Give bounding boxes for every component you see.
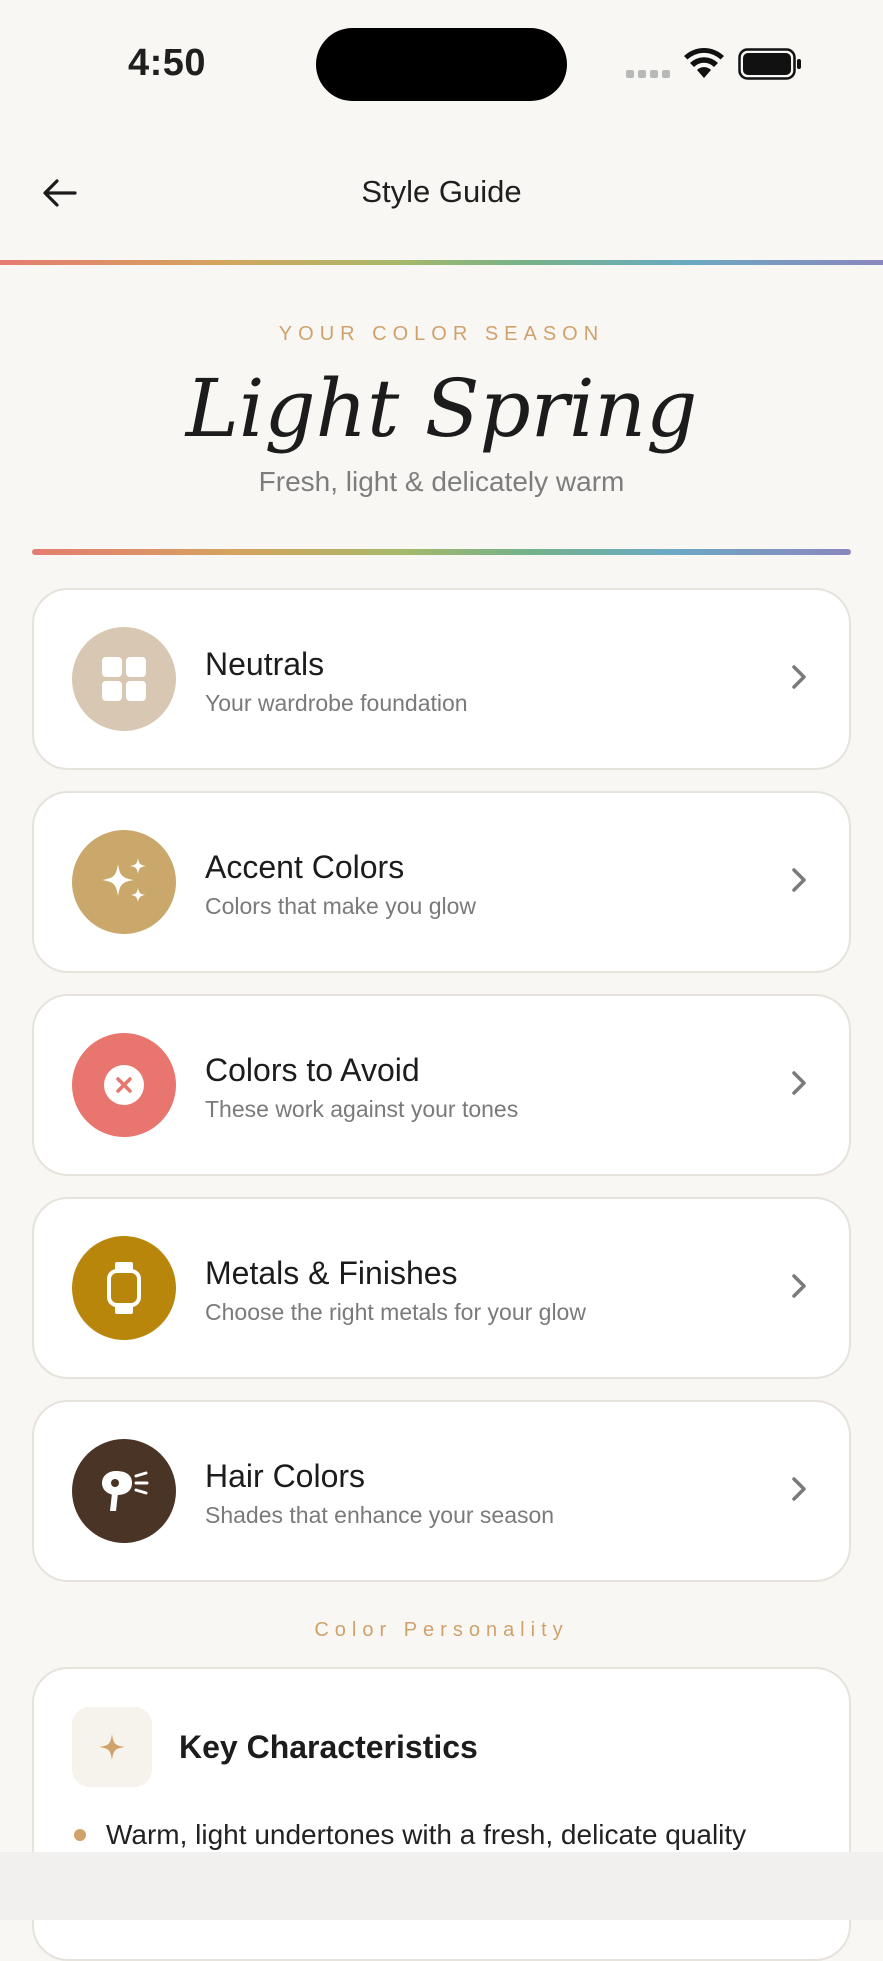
key-characteristics-icon-box [72,1707,152,1787]
cellular-signal-icon [626,70,672,78]
chevron-right-icon [792,1477,806,1501]
nav-bar: Style Guide [0,150,883,234]
card-title: Hair Colors [205,1458,366,1494]
chevron-right-icon [792,665,806,689]
season-title: Light Spring [185,362,698,455]
chevron-right-icon [792,1071,806,1095]
bullet-dot [74,1829,86,1841]
neutrals-card[interactable]: Neutrals Your wardrobe foundation [32,588,851,770]
bottom-area [0,1852,883,1920]
hair-dryer-icon [102,1471,149,1511]
avoid-icon-circle [72,1033,176,1137]
card-title: Neutrals [205,646,325,682]
rainbow-divider-top [0,260,883,265]
chevron-right-icon [792,1274,806,1298]
wifi-icon [684,48,724,78]
watch-icon [107,1262,141,1314]
chevron-right-icon [792,868,806,892]
metals-finishes-card[interactable]: Metals & Finishes Choose the right metal… [32,1197,851,1379]
card-subtitle: Shades that enhance your season [205,1502,555,1528]
sparkles-icon [102,858,146,902]
season-eyebrow: YOUR COLOR SEASON [278,323,605,345]
card-title: Colors to Avoid [205,1052,420,1088]
grid-icon [102,657,146,701]
card-title: Metals & Finishes [205,1255,458,1291]
card-subtitle: Colors that make you glow [205,893,477,919]
card-title: Key Characteristics [179,1729,478,1765]
card-subtitle: Choose the right metals for your glow [205,1299,586,1325]
rainbow-divider [32,549,851,555]
hair-icon-circle [72,1439,176,1543]
section-label: Color Personality [314,1619,569,1641]
accent-colors-card[interactable]: Accent Colors Colors that make you glow [32,791,851,973]
card-title: Accent Colors [205,849,405,885]
battery-icon [738,48,801,80]
status-bar: 4:50 [0,0,883,130]
metals-icon-circle [72,1236,176,1340]
neutrals-icon-circle [72,627,176,731]
x-circle-icon [104,1065,144,1105]
hair-colors-card[interactable]: Hair Colors Shades that enhance your sea… [32,1400,851,1582]
status-time: 4:50 [128,42,207,84]
sparkle-icon [99,1734,125,1760]
page-title: Style Guide [361,174,522,209]
accent-icon-circle [72,830,176,934]
dynamic-island [316,28,567,101]
season-subtitle: Fresh, light & delicately warm [258,466,625,497]
characteristic-item: Warm, light undertones with a fresh, del… [106,1819,747,1850]
colors-to-avoid-card[interactable]: Colors to Avoid These work against your … [32,994,851,1176]
card-subtitle: Your wardrobe foundation [205,690,468,716]
card-subtitle: These work against your tones [205,1096,519,1122]
